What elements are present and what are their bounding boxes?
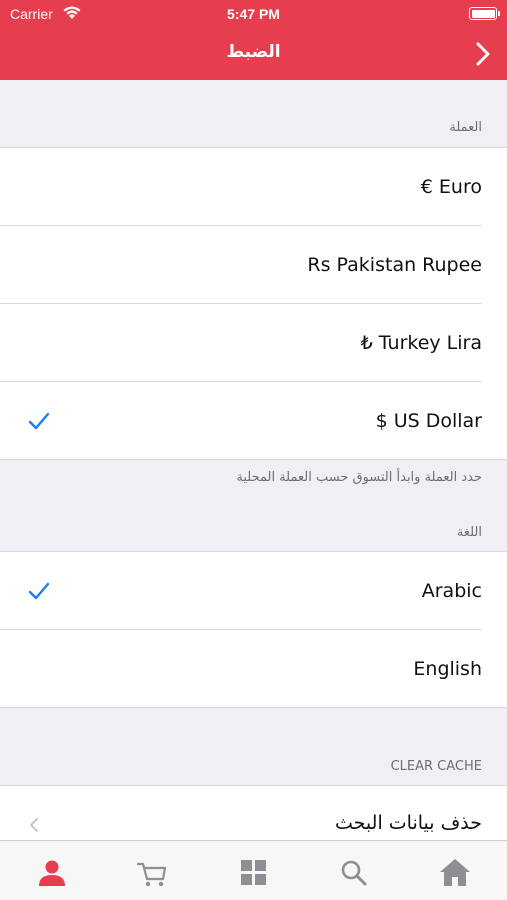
search-icon[interactable] <box>337 856 371 890</box>
currency-option-turkey-lira[interactable]: ₺ Turkey Lira <box>0 304 507 382</box>
grid-icon[interactable] <box>237 856 271 890</box>
status-bar: Carrier 5:47 PM <box>0 0 507 28</box>
chevron-left-icon <box>30 818 38 832</box>
divider <box>0 459 507 460</box>
language-option-english[interactable]: English <box>0 630 507 708</box>
currency-option-us-dollar[interactable]: $ US Dollar <box>0 382 507 460</box>
person-icon[interactable] <box>35 856 69 890</box>
currency-option-label: $ US Dollar <box>375 410 482 432</box>
cache-section-header: CLEAR CACHE <box>390 759 482 774</box>
cart-icon[interactable] <box>135 856 169 890</box>
status-time: 5:47 PM <box>227 6 280 22</box>
tab-bar <box>0 840 507 900</box>
currency-option-label: Rs Pakistan Rupee <box>307 254 482 276</box>
home-icon[interactable] <box>438 856 472 890</box>
currency-option-label: ₺ Turkey Lira <box>360 332 482 354</box>
divider <box>0 707 507 708</box>
language-option-label: English <box>413 658 482 680</box>
battery-icon <box>469 7 500 20</box>
currency-section-footer: حدد العملة وابدأ التسوق حسب العملة المحل… <box>236 470 482 485</box>
language-option-arabic[interactable]: Arabic <box>0 552 507 630</box>
chevron-right-back-icon[interactable] <box>471 40 495 68</box>
currency-option-label: € Euro <box>420 176 482 198</box>
navigation-bar: الضبط <box>0 28 507 80</box>
page-title: الضبط <box>226 42 281 62</box>
checkmark-icon <box>28 582 50 600</box>
currency-option-euro[interactable]: € Euro <box>0 148 507 226</box>
currency-option-pakistan-rupee[interactable]: Rs Pakistan Rupee <box>0 226 507 304</box>
language-option-label: Arabic <box>421 580 482 602</box>
currency-section-header: العملة <box>449 120 482 135</box>
language-section-header: اللغة <box>456 525 482 540</box>
checkmark-icon <box>28 412 50 430</box>
